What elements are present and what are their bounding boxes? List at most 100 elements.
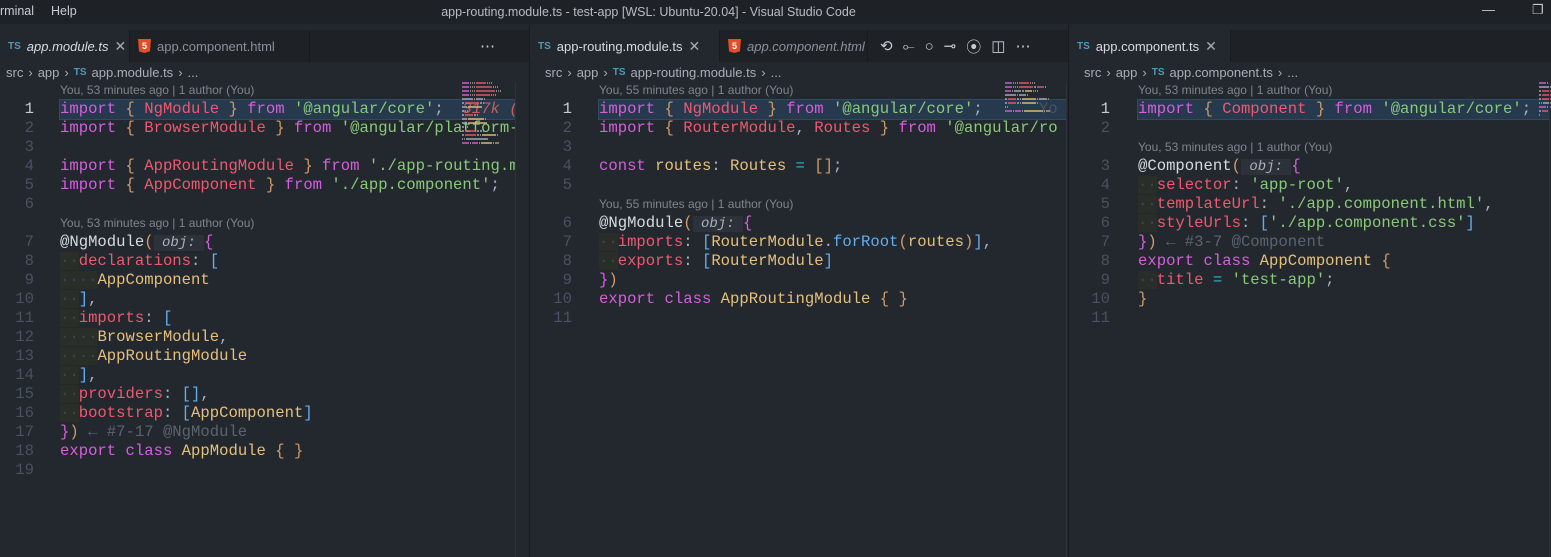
line-number: 4	[562, 157, 572, 175]
chevron-right-icon: ›	[1106, 64, 1111, 80]
close-icon[interactable]: ✕	[114, 38, 126, 55]
code-editor[interactable]: You, 53 minutes ago | 1 author (You) 1 imp…	[0, 81, 516, 480]
split-editor-icon[interactable]: ◫	[991, 37, 1005, 55]
token: :	[144, 309, 163, 327]
breadcrumb-item[interactable]: app.component.ts	[1170, 65, 1273, 80]
token: ]	[823, 252, 833, 270]
token: routes	[655, 157, 712, 175]
token: AppRoutingModule	[97, 347, 248, 365]
minimap[interactable]	[462, 82, 516, 162]
git-blame-codelens[interactable]: You, 53 minutes ago | 1 author (You)	[1138, 81, 1332, 100]
token: import	[60, 176, 117, 194]
minimap-line	[1032, 82, 1033, 84]
chevron-right-icon: ›	[1277, 64, 1283, 80]
token: { }	[879, 290, 908, 308]
token: {	[1203, 100, 1213, 118]
minimap-line	[1017, 94, 1018, 96]
token: ;	[434, 100, 444, 118]
minimap-line	[1030, 82, 1031, 84]
token: from	[284, 176, 323, 194]
token: (	[144, 233, 154, 251]
breadcrumb-item[interactable]: app-routing.module.ts	[631, 65, 757, 80]
token: :	[683, 252, 702, 270]
title-bar: rminal Help app-routing.module.ts - test…	[0, 0, 1551, 24]
line-number: 8	[562, 252, 572, 270]
breadcrumb-item[interactable]: ...	[771, 65, 782, 80]
token: import	[599, 119, 656, 137]
git-graph-icon[interactable]: ⦿	[966, 36, 981, 57]
minimize-button[interactable]: —	[1482, 2, 1495, 17]
vertical-scrollbar[interactable]	[515, 82, 516, 557]
breadcrumb-item[interactable]: ...	[1287, 65, 1298, 80]
breadcrumb-item[interactable]: src	[6, 65, 23, 80]
token: {	[125, 119, 135, 137]
token: export	[599, 290, 656, 308]
breadcrumb-item[interactable]: app	[577, 65, 599, 80]
tab-app-routing-module-ts[interactable]: TS app-routing.module.ts ✕	[530, 30, 720, 62]
minimap-line	[498, 90, 499, 92]
line-number: 2	[1100, 119, 1110, 137]
line-number: 1	[24, 100, 34, 118]
minimap-line	[465, 134, 476, 136]
minimap-line	[1012, 90, 1013, 92]
breadcrumb-item[interactable]: src	[545, 65, 562, 80]
close-icon[interactable]: ✕	[1205, 38, 1217, 55]
token: NgModule	[144, 100, 220, 118]
line-text: const routes: Routes = [];	[599, 157, 1066, 176]
tab-app-module-ts[interactable]: TS app.module.ts ✕	[0, 30, 130, 62]
minimap-line	[477, 130, 479, 132]
git-blame-codelens[interactable]: You, 55 minutes ago | 1 author (You)	[599, 81, 793, 100]
token: [	[1259, 214, 1270, 232]
more-actions-icon[interactable]: ⋯	[480, 37, 495, 55]
git-blame-codelens[interactable]: You, 55 minutes ago | 1 author (You)	[599, 195, 793, 214]
tab-app-component-html[interactable]: 5 app.component.html	[720, 30, 868, 62]
code-editor[interactable]: You, 55 minutes ago | 1 author (You) 1 imp…	[530, 81, 1067, 328]
line-text: export class AppModule { }	[60, 442, 515, 461]
breadcrumb-item[interactable]: app	[1116, 65, 1138, 80]
token: Routes	[730, 157, 787, 175]
vertical-scrollbar[interactable]	[1066, 82, 1067, 557]
code-editor[interactable]: You, 53 minutes ago | 1 author (You) 1 imp…	[1069, 81, 1550, 328]
git-next-change-icon[interactable]: ⊸	[944, 37, 957, 55]
minimap[interactable]	[1005, 82, 1059, 162]
token: obj:	[153, 235, 205, 251]
git-previous-change-icon[interactable]: ⟜	[903, 38, 915, 55]
code-line: 9 ····AppComponent	[0, 271, 515, 290]
code-line: 7 @NgModule( obj: {	[0, 233, 515, 252]
git-blame-codelens[interactable]: You, 53 minutes ago | 1 author (You)	[60, 81, 254, 100]
minimap-line	[1022, 102, 1036, 104]
timeline-icon[interactable]: ⟲	[880, 37, 893, 55]
token: imports	[617, 233, 684, 251]
restore-button[interactable]: ❐	[1532, 2, 1544, 18]
close-icon[interactable]: ✕	[689, 38, 701, 55]
breadcrumb-item[interactable]: ...	[188, 65, 199, 80]
line-number: 3	[1100, 157, 1110, 175]
tab-app-component-html[interactable]: 5 app.component.html	[130, 30, 310, 62]
git-blame-codelens[interactable]: You, 53 minutes ago | 1 author (You)	[60, 214, 254, 233]
code-line: 6	[0, 195, 515, 214]
minimap-line	[462, 142, 469, 144]
breadcrumb-item[interactable]: src	[1084, 65, 1101, 80]
minimap-line	[1541, 102, 1542, 104]
token: 'test-app'	[1231, 271, 1326, 289]
line-number: 8	[1100, 252, 1110, 270]
breadcrumb-item[interactable]: app	[38, 65, 60, 80]
tab-app-component-ts[interactable]: TS app.component.ts ✕	[1069, 30, 1231, 62]
minimap-line	[470, 94, 471, 96]
minimap-line	[1008, 102, 1016, 104]
token: ··	[599, 252, 618, 270]
vertical-scrollbar[interactable]	[1549, 82, 1550, 557]
tab-label: app.component.html	[157, 38, 275, 54]
token: ··	[60, 404, 79, 422]
minimap-line	[476, 86, 492, 88]
minimap-line	[1034, 82, 1035, 84]
git-commit-icon[interactable]: ○	[925, 38, 934, 55]
git-blame-codelens[interactable]: You, 53 minutes ago | 1 author (You)	[1138, 138, 1332, 157]
token: }	[1138, 233, 1148, 251]
line-text: import { AppComponent } from './app.comp…	[60, 176, 515, 195]
breadcrumb-item[interactable]: app.module.ts	[92, 65, 174, 80]
line-text: ····AppComponent	[60, 271, 515, 290]
more-actions-icon[interactable]: ⋯	[1015, 37, 1030, 55]
code-line: 7}) ← #3-7 @Component	[1069, 233, 1549, 252]
